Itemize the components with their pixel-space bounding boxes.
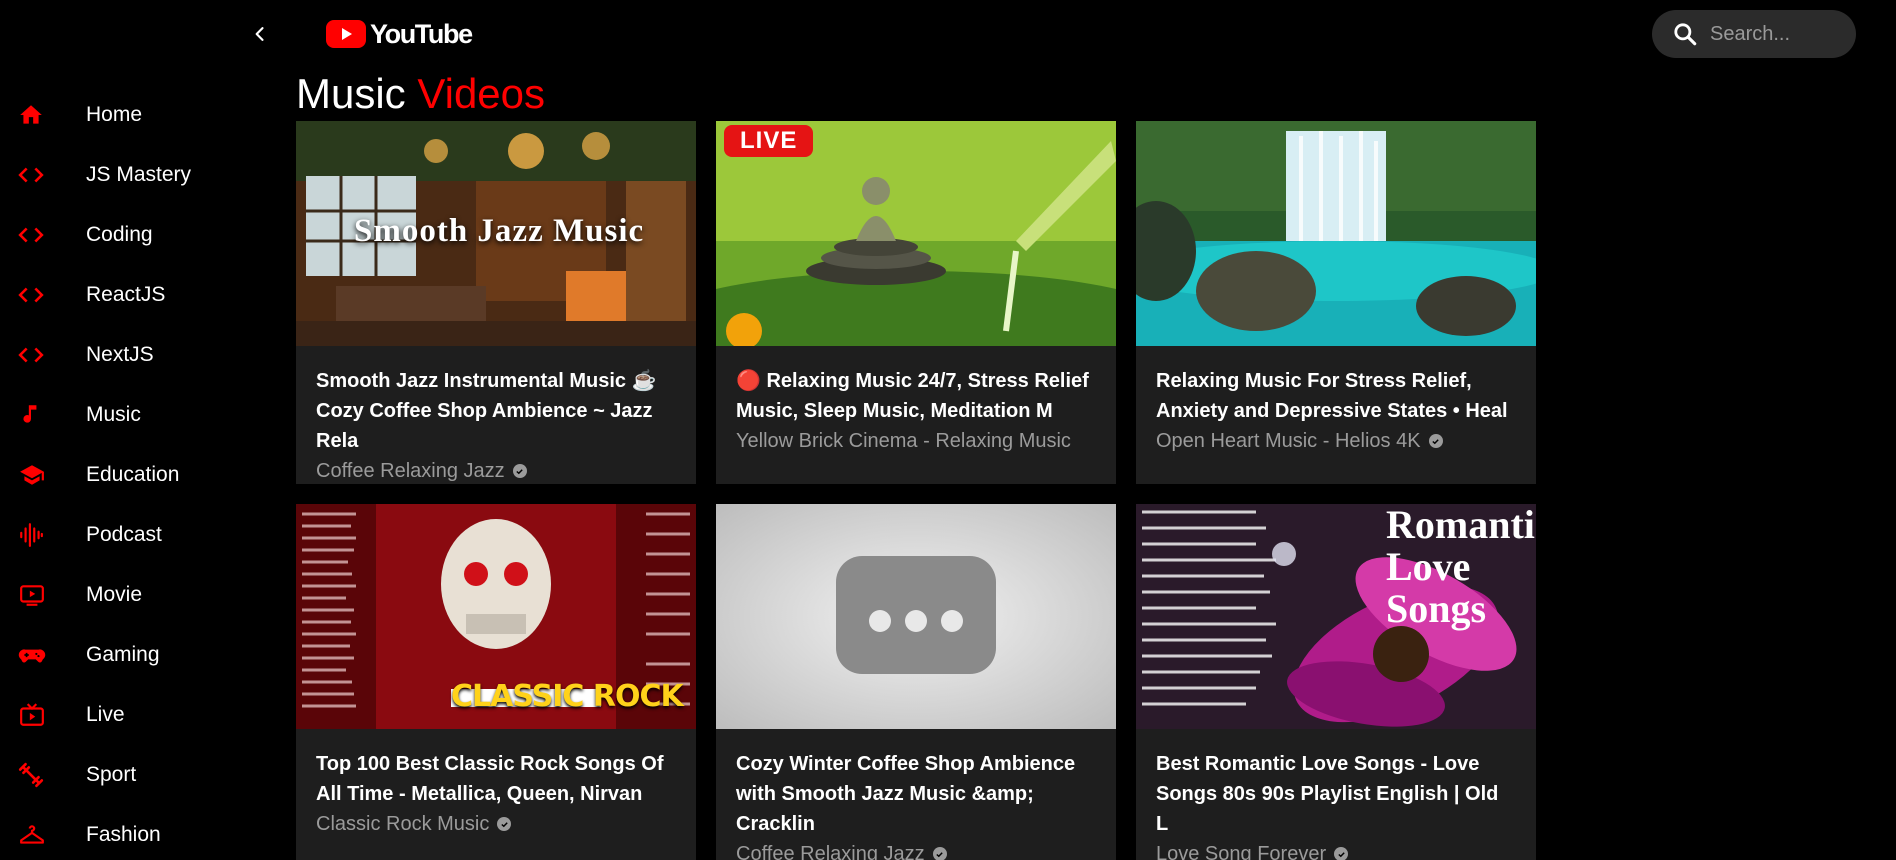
code-icon	[0, 282, 62, 308]
sidebar-item-coding[interactable]: Coding	[0, 205, 260, 265]
video-title[interactable]: 🔴 Relaxing Music 24/7, Stress Relief Mus…	[736, 366, 1096, 426]
video-card[interactable]: LIVE 🔴 Relaxing Music 24/7, Stress Relie…	[716, 121, 1116, 484]
sidebar-item-label: Fashion	[86, 823, 161, 846]
video-title[interactable]: Top 100 Best Classic Rock Songs Of All T…	[316, 749, 676, 809]
verified-check-icon	[512, 464, 527, 478]
play-logo-icon	[326, 20, 366, 48]
sidebar-item-label: NextJS	[86, 343, 154, 366]
sidebar-item-js-mastery[interactable]: JS Mastery	[0, 145, 260, 205]
sidebar-item-education[interactable]: Education	[0, 445, 260, 505]
video-title[interactable]: Relaxing Music For Stress Relief, Anxiet…	[1156, 366, 1516, 426]
home-icon	[0, 102, 62, 128]
video-thumbnail[interactable]	[716, 504, 1116, 729]
sidebar-item-live[interactable]: Live	[0, 685, 260, 745]
verified-check-icon	[932, 847, 947, 860]
channel-name-text: Love Song Forever	[1156, 843, 1327, 860]
verified-check-icon	[1334, 847, 1349, 860]
sidebar-item-home[interactable]: Home	[0, 85, 260, 145]
channel-name-text: Coffee Relaxing Jazz	[316, 460, 505, 482]
logo-text: YouTube	[370, 18, 473, 49]
channel-name[interactable]: Classic Rock Music	[316, 809, 676, 839]
sidebar-item-label: Gaming	[86, 643, 160, 666]
video-thumbnail[interactable]: Smooth Jazz Music	[296, 121, 696, 346]
top-bar: YouTube	[0, 0, 1896, 68]
video-card[interactable]: Relaxing Music For Stress Relief, Anxiet…	[1136, 121, 1536, 484]
sidebar-item-label: Home	[86, 103, 143, 126]
video-card[interactable]: Romantic Love Songs Best Romantic Love S…	[1136, 504, 1536, 860]
code-icon	[0, 162, 62, 188]
sidebar-item-nextjs[interactable]: NextJS	[0, 325, 260, 385]
search-input[interactable]	[1710, 22, 1840, 46]
sidebar-item-sport[interactable]: Sport	[0, 745, 260, 805]
video-thumbnail[interactable]: CLASSIC ROCK	[296, 504, 696, 729]
live-badge: LIVE	[724, 125, 814, 157]
video-title[interactable]: Best Romantic Love Songs - Love Songs 80…	[1156, 749, 1516, 839]
sidebar-item-label: Music	[86, 403, 141, 426]
sidebar-item-music[interactable]: Music	[0, 385, 260, 445]
live-tv-icon	[0, 702, 62, 728]
video-thumbnail[interactable]: LIVE	[716, 121, 1116, 346]
channel-name[interactable]: Open Heart Music - Helios 4K	[1156, 426, 1516, 456]
sidebar-item-movie[interactable]: Movie	[0, 565, 260, 625]
graduation-cap-icon	[0, 462, 62, 488]
search-bar[interactable]	[1652, 10, 1856, 58]
channel-name[interactable]: Yellow Brick Cinema - Relaxing Music	[736, 426, 1096, 456]
sidebar-item-label: ReactJS	[86, 283, 166, 306]
sidebar-item-gaming[interactable]: Gaming	[0, 625, 260, 685]
video-title[interactable]: Cozy Winter Coffee Shop Ambience with Sm…	[736, 749, 1096, 839]
sidebar-item-label: Education	[86, 463, 180, 486]
page-title-accent: Videos	[417, 70, 546, 117]
channel-name[interactable]: Love Song Forever	[1156, 839, 1516, 860]
fitness-icon	[0, 762, 62, 788]
sidebar-item-label: Coding	[86, 223, 153, 246]
video-thumbnail[interactable]	[1136, 121, 1536, 346]
sidebar-item-label: Podcast	[86, 523, 162, 546]
sidebar-item-podcast[interactable]: Podcast	[0, 505, 260, 565]
channel-name-text: Coffee Relaxing Jazz	[736, 843, 925, 860]
video-title[interactable]: Smooth Jazz Instrumental Music ☕ Cozy Co…	[316, 366, 676, 456]
video-grid: Smooth Jazz Music Smooth Jazz Instrument…	[296, 121, 1536, 860]
sidebar-item-fashion[interactable]: Fashion	[0, 805, 260, 860]
channel-name-text: Yellow Brick Cinema - Relaxing Music	[736, 430, 1071, 452]
video-thumbnail[interactable]: Romantic Love Songs	[1136, 504, 1536, 729]
code-icon	[0, 342, 62, 368]
channel-name[interactable]: Coffee Relaxing Jazz	[736, 839, 1096, 860]
music-note-icon	[0, 402, 62, 428]
channel-name[interactable]: Coffee Relaxing Jazz	[316, 456, 676, 484]
channel-name-text: Classic Rock Music	[316, 813, 490, 835]
collapse-sidebar-button[interactable]	[244, 18, 276, 50]
chevron-left-icon	[255, 27, 264, 41]
youtube-logo[interactable]: YouTube	[326, 18, 473, 50]
verified-check-icon	[497, 817, 512, 831]
sidebar-item-label: Movie	[86, 583, 143, 606]
thumbnail-caption: Romantic Love Songs	[1386, 504, 1536, 631]
page-title: Music Videos	[296, 70, 545, 118]
soundwave-icon	[0, 522, 62, 548]
sidebar: Home JS Mastery Coding ReactJS NextJS Mu…	[0, 85, 260, 860]
video-card[interactable]: Smooth Jazz Music Smooth Jazz Instrument…	[296, 121, 696, 484]
sidebar-item-label: Sport	[86, 763, 137, 786]
sidebar-item-label: JS Mastery	[86, 163, 192, 186]
video-card[interactable]: Cozy Winter Coffee Shop Ambience with Sm…	[716, 504, 1116, 860]
thumbnail-caption: Smooth Jazz Music	[354, 213, 645, 249]
video-card[interactable]: CLASSIC ROCK Top 100 Best Classic Rock S…	[296, 504, 696, 860]
gamepad-icon	[0, 642, 62, 668]
hanger-icon	[0, 822, 62, 848]
search-icon[interactable]	[1672, 21, 1698, 47]
sidebar-item-reactjs[interactable]: ReactJS	[0, 265, 260, 325]
thumbnail-caption: CLASSIC ROCK	[451, 679, 684, 714]
play-screen-icon	[0, 582, 62, 608]
sidebar-item-label: Live	[86, 703, 125, 726]
channel-name-text: Open Heart Music - Helios 4K	[1156, 430, 1421, 452]
page-title-part1: Music	[296, 70, 406, 117]
code-icon	[0, 222, 62, 248]
verified-check-icon	[1428, 434, 1443, 448]
